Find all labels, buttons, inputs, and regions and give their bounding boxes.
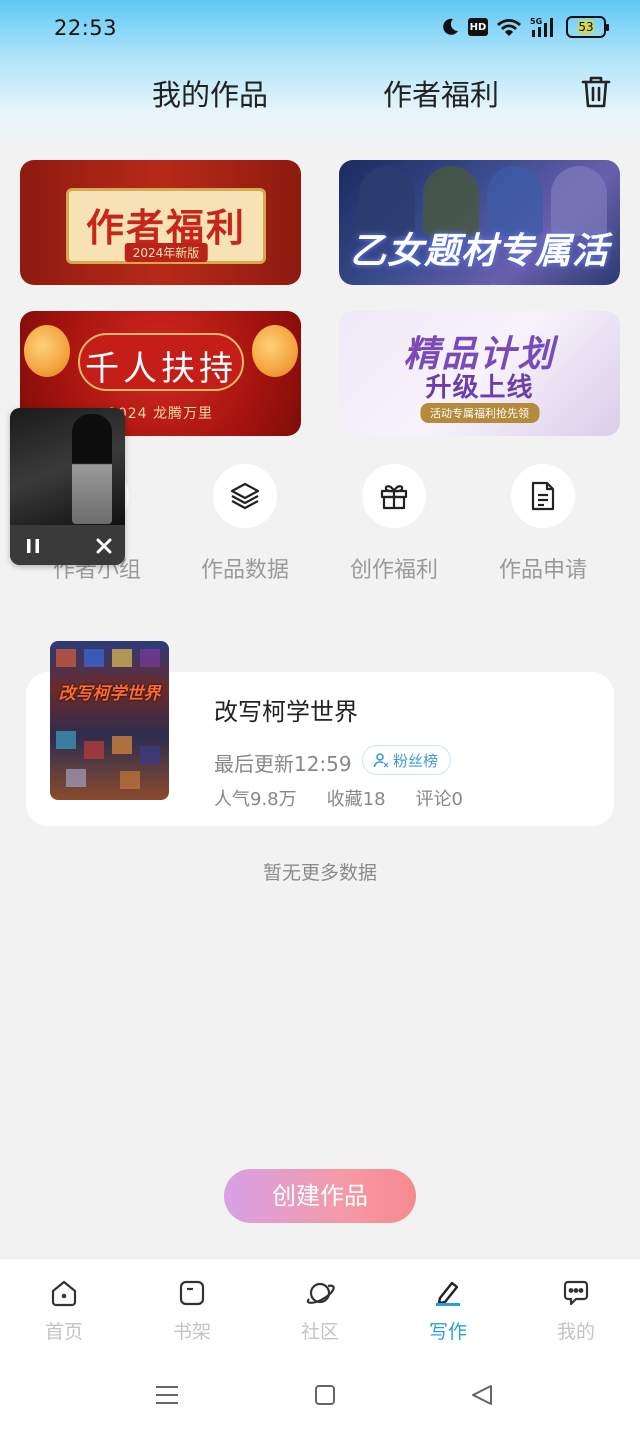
status-bar: 22:53 HD 5G 53 [0,0,640,56]
banner-author-welfare[interactable]: 作者福利 2024年新版 [20,160,301,285]
work-cover[interactable]: 改写柯学世界 [50,641,169,800]
banner-title-frame: 千人扶持 [78,333,244,391]
banner-title: 千人扶持 [85,349,237,389]
tab-my-works[interactable]: 我的作品 [152,72,268,114]
svg-text:5G: 5G [530,17,542,26]
banner-subtitle: 2024年新版 [124,243,208,262]
quick-works-apply[interactable]: 作品申请 [483,464,603,584]
nav-mine[interactable]: 我的 [536,1277,616,1344]
banner-otome-event[interactable]: 乙女题材专属活动 [339,160,620,285]
no-more-data-text: 暂无更多数据 [262,862,377,884]
nav-home[interactable]: 首页 [24,1277,104,1344]
close-icon[interactable] [93,535,115,557]
cover-art [56,731,76,749]
banner-tag: 活动专属福利抢先领 [420,403,539,423]
tab-author-welfare[interactable]: 作者福利 [383,72,499,114]
moon-icon [440,17,460,37]
pause-icon[interactable] [22,535,44,557]
video-figure [72,414,112,524]
cover-art [120,771,140,789]
nav-label: 社区 [300,1321,339,1343]
cover-art [56,649,76,667]
banner-premium-plan[interactable]: 精品计划 升级上线 活动专属福利抢先领 [339,311,620,436]
planet-icon [304,1277,336,1309]
pen-icon [432,1277,464,1309]
cover-art [84,741,104,759]
status-time: 22:53 [54,16,118,40]
battery-level: 53 [578,20,594,34]
quick-works-data[interactable]: 作品数据 [185,464,305,584]
quick-label: 作品申请 [498,558,587,583]
quick-creation-welfare[interactable]: 创作福利 [334,464,454,584]
fan-ranking-badge[interactable]: 粉丝榜 [362,745,452,775]
video-thumbnail [10,408,125,525]
back-triangle-icon[interactable] [467,1380,497,1410]
gift-icon [362,464,426,528]
floating-video-player[interactable] [10,408,125,565]
nav-label: 写作 [428,1321,467,1343]
banner-subtitle: 升级上线 [425,373,534,403]
nav-label: 我的 [556,1321,595,1343]
work-stats: 人气9.8万 收藏18 评论0 [214,785,463,811]
nav-bookshelf[interactable]: 书架 [152,1277,232,1344]
system-nav-bar [0,1358,640,1433]
lantern-icon [24,325,70,377]
cover-art [112,649,132,667]
cover-art [140,649,160,667]
banner-scroll: 作者福利 2024年新版 [66,188,266,264]
menu-icon[interactable] [152,1380,182,1410]
bottom-nav: 首页 书架 社区 写作 我的 [0,1258,640,1358]
quick-label: 作品数据 [200,558,289,583]
layers-icon [213,464,277,528]
home-icon [48,1277,80,1309]
5g-signal-icon: 5G [530,16,558,38]
nav-write[interactable]: 写作 [408,1277,488,1344]
work-title[interactable]: 改写柯学世界 [214,692,358,727]
cover-title: 改写柯学世界 [58,684,161,704]
cover-art [84,649,104,667]
popularity-stat: 人气9.8万 [214,789,297,810]
trash-icon[interactable] [580,75,612,109]
comments-stat: 评论0 [415,789,463,810]
chat-bubble-icon [560,1277,592,1309]
status-icons: HD 5G 53 [440,16,609,38]
cover-art [66,769,86,787]
banner-title: 乙女题材专属活动 [349,231,609,285]
fan-badge-label: 粉丝榜 [393,751,439,770]
home-square-icon[interactable] [310,1380,340,1410]
person-icon [373,753,389,768]
player-controls [10,525,125,565]
create-work-button[interactable]: 创建作品 [224,1169,416,1223]
battery-icon: 53 [566,16,609,38]
quick-label: 创作福利 [349,558,438,583]
nav-label: 首页 [44,1321,83,1343]
favorites-stat: 收藏18 [326,789,386,810]
document-icon [511,464,575,528]
lantern-icon [252,325,298,377]
hd-icon: HD [468,18,488,36]
nav-community[interactable]: 社区 [280,1277,360,1344]
cover-art [140,746,160,764]
wifi-icon [496,17,522,37]
bookshelf-icon [176,1277,208,1309]
cover-art [112,736,132,754]
nav-label: 书架 [172,1321,211,1343]
work-last-update: 最后更新12:59 [214,752,352,776]
